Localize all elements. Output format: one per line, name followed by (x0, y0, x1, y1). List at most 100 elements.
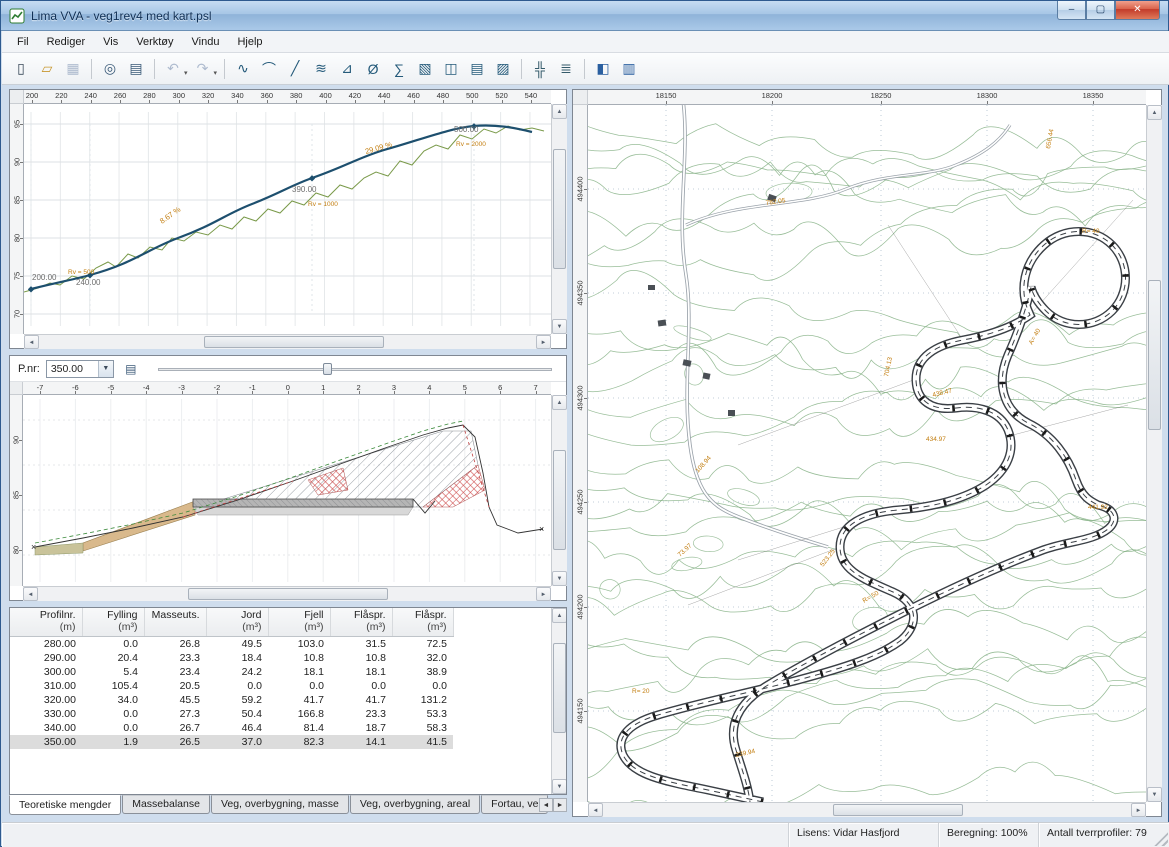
print-preview-button[interactable]: ◎ (98, 57, 122, 81)
xsec-v-scrollbar[interactable]: ▲▼ (551, 395, 567, 586)
scroll-left-icon[interactable]: ◄ (23, 587, 38, 601)
profile-chart-canvas[interactable]: 200.00240.00390.00500.008.67 %29.09 %Rv … (24, 104, 551, 334)
minimize-button[interactable]: – (1057, 1, 1086, 20)
menu-rediger[interactable]: Rediger (38, 33, 95, 51)
scroll-thumb[interactable] (1148, 280, 1161, 430)
scroll-track[interactable] (39, 335, 536, 349)
close-button[interactable]: ✕ (1115, 1, 1160, 20)
scroll-right-icon[interactable]: ► (536, 335, 551, 349)
table-row[interactable]: 330.000.027.350.4166.823.353.3 (10, 707, 453, 721)
table-row[interactable]: 320.0034.045.559.241.741.7131.2 (10, 693, 453, 707)
tab-veg-overbygning-areal[interactable]: Veg, overbygning, areal (350, 795, 480, 814)
menu-verktøy[interactable]: Verktøy (127, 33, 182, 51)
column-header-fylling[interactable]: Fylling(m³) (82, 608, 144, 636)
table-v-scrollbar[interactable]: ▲▼ (551, 608, 567, 794)
redo-button[interactable]: ↷ (191, 57, 215, 81)
wave-profile-tool-button[interactable]: ≋ (309, 57, 333, 81)
scroll-track[interactable] (552, 623, 567, 779)
sum-quantities-tool-button[interactable]: ∑ (387, 57, 411, 81)
table-row[interactable]: 280.000.026.849.5103.031.572.5 (10, 636, 453, 651)
quantities-table[interactable]: Profilnr.(m)Fylling(m³)Masseuts.Jord(m³)… (10, 608, 454, 749)
profile-number-combobox[interactable]: 350.00 ▼ (46, 360, 114, 378)
scroll-thumb[interactable] (204, 336, 384, 348)
maximize-button[interactable]: ▢ (1086, 1, 1115, 20)
scroll-up-icon[interactable]: ▲ (1147, 105, 1162, 120)
scroll-thumb[interactable] (553, 450, 566, 550)
menu-hjelp[interactable]: Hjelp (228, 33, 271, 51)
view-frame-button[interactable]: ▥ (617, 57, 641, 81)
scroll-track[interactable] (552, 410, 567, 571)
tab-massebalanse[interactable]: Massebalanse (122, 795, 210, 814)
scroll-left-icon[interactable]: ◄ (24, 335, 39, 349)
tab-veg-overbygning-masse[interactable]: Veg, overbygning, masse (211, 795, 349, 814)
scroll-thumb[interactable] (553, 643, 566, 733)
scroll-left-icon[interactable]: ◄ (588, 803, 603, 817)
cross-section-canvas[interactable]: × × (23, 395, 551, 586)
tab-scroll-left-icon[interactable]: ◄ (539, 798, 553, 812)
chevron-down-icon[interactable]: ▼ (98, 361, 113, 377)
profile-h-scrollbar[interactable]: ◄► (24, 334, 551, 349)
vertical-curve-markers[interactable] (28, 123, 477, 292)
hatch-area-tool-button[interactable]: ▧ (413, 57, 437, 81)
report-lines-tool-button[interactable]: ▤ (465, 57, 489, 81)
map-canvas[interactable]: 704.13438.47434.97441.9273.97108.94523.2… (588, 105, 1146, 802)
title-bar[interactable]: Lima VVA - veg1rev4 med kart.psl – ▢ ✕ (1, 1, 1168, 31)
scroll-right-icon[interactable]: ► (1131, 803, 1146, 817)
scroll-thumb[interactable] (188, 588, 388, 600)
column-header-flspr[interactable]: Flåspr.(m³) (330, 608, 392, 636)
diagram-tool-button[interactable]: ▨ (491, 57, 515, 81)
table-row[interactable]: 340.000.026.746.481.418.758.3 (10, 721, 453, 735)
tab-teoretiske-mengder[interactable]: Teoretiske mengder (9, 795, 121, 815)
view-columns-button[interactable]: ◧ (591, 57, 615, 81)
road-curve-tool-button[interactable]: ⌒ (257, 57, 281, 81)
column-header-profilnr[interactable]: Profilnr.(m) (10, 608, 82, 636)
open-folder-button[interactable]: ▱ (35, 57, 59, 81)
table-row[interactable]: 350.001.926.537.082.314.141.5 (10, 735, 453, 749)
slope-tool-button[interactable]: ╱ (283, 57, 307, 81)
vertical-alignment-line[interactable] (31, 125, 532, 289)
pan-grid-button[interactable]: ╬ (528, 57, 552, 81)
terrain-line-tool-button[interactable]: ∿ (231, 57, 255, 81)
column-header-jord[interactable]: Jord(m³) (206, 608, 268, 636)
scroll-track[interactable] (38, 587, 536, 601)
scroll-track[interactable] (552, 119, 567, 319)
print-button[interactable]: ▤ (124, 57, 148, 81)
xsec-h-scrollbar[interactable]: ◄► (23, 586, 551, 601)
triangle-section-tool-button[interactable]: ⊿ (335, 57, 359, 81)
print-section-button[interactable]: ▤ (120, 360, 142, 378)
scroll-right-icon[interactable]: ► (536, 587, 551, 601)
scroll-track[interactable] (603, 803, 1131, 817)
map-h-scrollbar[interactable]: ◄► (588, 802, 1146, 817)
scroll-thumb[interactable] (553, 149, 566, 269)
scroll-down-icon[interactable]: ▼ (1147, 787, 1162, 802)
table-row[interactable]: 310.00105.420.50.00.00.00.0 (10, 679, 453, 693)
undo-button[interactable]: ↶ (161, 57, 185, 81)
report-button[interactable]: ≣ (554, 57, 578, 81)
menu-vis[interactable]: Vis (94, 33, 127, 51)
table-row[interactable]: 290.0020.423.318.410.810.832.0 (10, 651, 453, 665)
column-header-masseuts[interactable]: Masseuts. (144, 608, 206, 636)
table-row[interactable]: 300.005.423.424.218.118.138.9 (10, 665, 453, 679)
new-file-button[interactable]: ▯ (9, 57, 33, 81)
column-header-fjell[interactable]: Fjell(m³) (268, 608, 330, 636)
slider-track[interactable] (158, 368, 552, 371)
menu-fil[interactable]: Fil (8, 33, 38, 51)
column-header-flspr[interactable]: Flåspr.(m³) (392, 608, 453, 636)
designed-road[interactable] (621, 232, 1126, 803)
menu-vindu[interactable]: Vindu (183, 33, 229, 51)
map-v-scrollbar[interactable]: ▲▼ (1146, 105, 1162, 802)
scroll-down-icon[interactable]: ▼ (552, 319, 567, 334)
diameter-tool-button[interactable]: Ø (361, 57, 385, 81)
scroll-down-icon[interactable]: ▼ (552, 779, 567, 794)
profile-v-scrollbar[interactable]: ▲▼ (551, 104, 567, 334)
save-file-button[interactable]: ▦ (61, 57, 85, 81)
scroll-up-icon[interactable]: ▲ (552, 608, 567, 623)
image-frame-tool-button[interactable]: ◫ (439, 57, 463, 81)
scroll-down-icon[interactable]: ▼ (552, 571, 567, 586)
profile-position-slider[interactable] (158, 361, 552, 377)
scroll-up-icon[interactable]: ▲ (552, 104, 567, 119)
tab-scroll-right-icon[interactable]: ► (553, 798, 567, 812)
slider-thumb[interactable] (323, 363, 332, 375)
scroll-track[interactable] (1147, 120, 1162, 787)
scroll-thumb[interactable] (833, 804, 963, 816)
